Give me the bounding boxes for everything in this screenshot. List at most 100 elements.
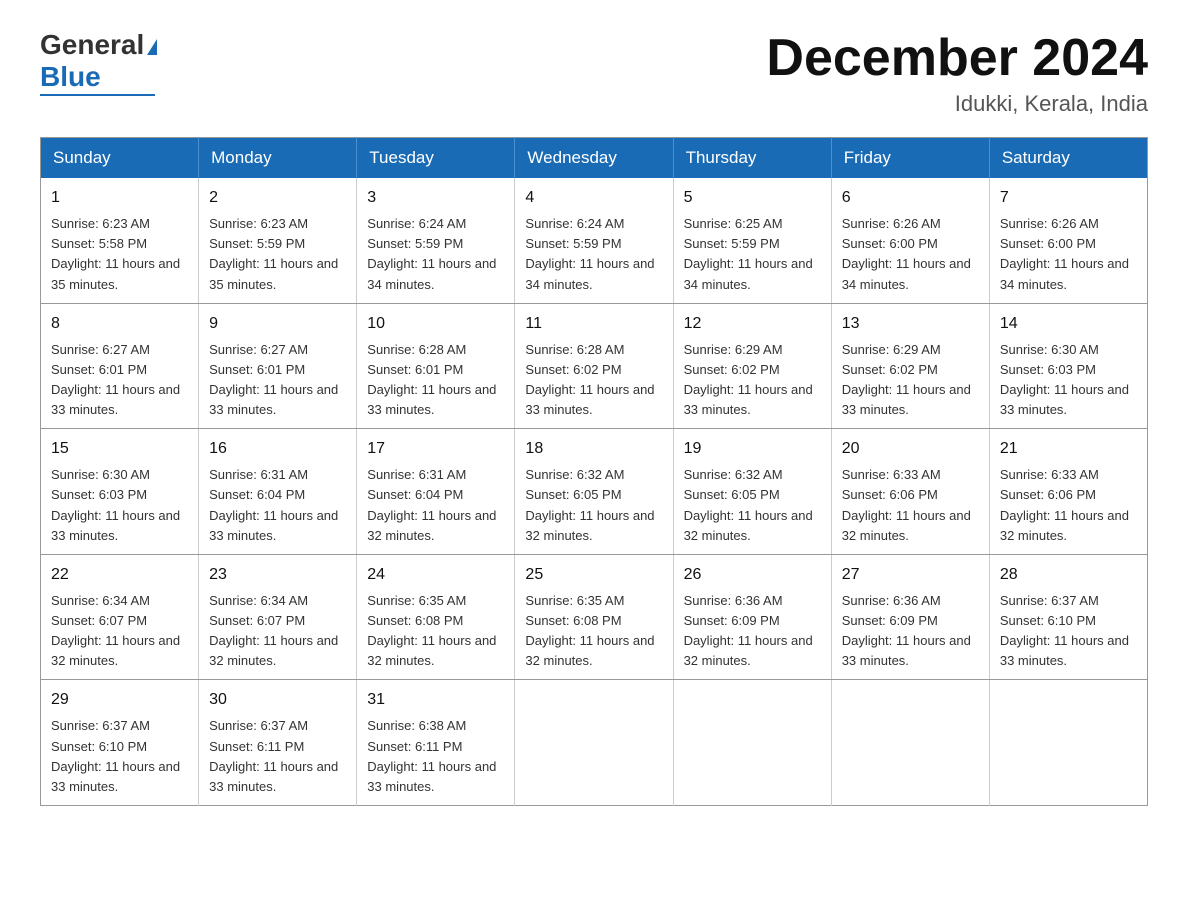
day-info: Sunrise: 6:37 AMSunset: 6:10 PMDaylight:… xyxy=(51,716,188,797)
day-number: 29 xyxy=(51,688,188,712)
weekday-header-saturday: Saturday xyxy=(989,138,1147,179)
day-info: Sunrise: 6:38 AMSunset: 6:11 PMDaylight:… xyxy=(367,716,504,797)
day-number: 30 xyxy=(209,688,346,712)
logo: General Blue xyxy=(40,30,157,96)
week-row-2: 8 Sunrise: 6:27 AMSunset: 6:01 PMDaylight… xyxy=(41,303,1148,429)
calendar-cell: 16Sunrise: 6:31 AMSunset: 6:04 PMDayligh… xyxy=(199,429,357,555)
day-number: 24 xyxy=(367,563,504,587)
day-info: Sunrise: 6:30 AMSunset: 6:03 PMDaylight:… xyxy=(1000,340,1137,421)
calendar-cell: 20 Sunrise: 6:33 AMSunset: 6:06 PMDayligh… xyxy=(831,429,989,555)
day-info: Sunrise: 6:35 AMSunset: 6:08 PMDaylight:… xyxy=(525,591,662,672)
day-number: 6 xyxy=(842,186,979,210)
calendar-cell: 22Sunrise: 6:34 AMSunset: 6:07 PMDayligh… xyxy=(41,554,199,680)
day-number: 28 xyxy=(1000,563,1137,587)
calendar-cell: 3Sunrise: 6:24 AMSunset: 5:59 PMDaylight… xyxy=(357,178,515,303)
day-info: Sunrise: 6:26 AMSunset: 6:00 PMDaylight:… xyxy=(1000,214,1137,295)
day-number: 31 xyxy=(367,688,504,712)
day-number: 9 xyxy=(209,312,346,336)
week-row-1: 1 Sunrise: 6:23 AMSunset: 5:58 PMDaylight… xyxy=(41,178,1148,303)
day-number: 26 xyxy=(684,563,821,587)
calendar-cell: 17 Sunrise: 6:31 AMSunset: 6:04 PMDayligh… xyxy=(357,429,515,555)
day-number: 27 xyxy=(842,563,979,587)
weekday-header-wednesday: Wednesday xyxy=(515,138,673,179)
calendar-cell xyxy=(831,680,989,806)
calendar-cell: 31 Sunrise: 6:38 AMSunset: 6:11 PMDayligh… xyxy=(357,680,515,806)
weekday-header-friday: Friday xyxy=(831,138,989,179)
day-info: Sunrise: 6:23 AMSunset: 5:58 PMDaylight:… xyxy=(51,214,188,295)
calendar-cell: 1 Sunrise: 6:23 AMSunset: 5:58 PMDaylight… xyxy=(41,178,199,303)
day-number: 16 xyxy=(209,437,346,461)
day-info: Sunrise: 6:27 AMSunset: 6:01 PMDaylight:… xyxy=(51,340,188,421)
calendar-cell: 5Sunrise: 6:25 AMSunset: 5:59 PMDaylight… xyxy=(673,178,831,303)
calendar-cell: 12 Sunrise: 6:29 AMSunset: 6:02 PMDayligh… xyxy=(673,303,831,429)
calendar-cell: 26 Sunrise: 6:36 AMSunset: 6:09 PMDayligh… xyxy=(673,554,831,680)
week-row-5: 29 Sunrise: 6:37 AMSunset: 6:10 PMDayligh… xyxy=(41,680,1148,806)
week-row-3: 15 Sunrise: 6:30 AMSunset: 6:03 PMDayligh… xyxy=(41,429,1148,555)
day-info: Sunrise: 6:24 AMSunset: 5:59 PMDaylight:… xyxy=(525,214,662,295)
weekday-header-sunday: Sunday xyxy=(41,138,199,179)
day-number: 22 xyxy=(51,563,188,587)
day-number: 14 xyxy=(1000,312,1137,336)
calendar-cell: 30Sunrise: 6:37 AMSunset: 6:11 PMDayligh… xyxy=(199,680,357,806)
logo-general: General xyxy=(40,29,144,60)
day-info: Sunrise: 6:29 AMSunset: 6:02 PMDaylight:… xyxy=(684,340,821,421)
calendar-cell: 8 Sunrise: 6:27 AMSunset: 6:01 PMDaylight… xyxy=(41,303,199,429)
calendar-cell: 19 Sunrise: 6:32 AMSunset: 6:05 PMDayligh… xyxy=(673,429,831,555)
day-number: 19 xyxy=(684,437,821,461)
weekday-header-monday: Monday xyxy=(199,138,357,179)
day-number: 12 xyxy=(684,312,821,336)
day-info: Sunrise: 6:31 AMSunset: 6:04 PMDaylight:… xyxy=(367,465,504,546)
weekday-header-row: SundayMondayTuesdayWednesdayThursdayFrid… xyxy=(41,138,1148,179)
day-info: Sunrise: 6:36 AMSunset: 6:09 PMDaylight:… xyxy=(684,591,821,672)
day-number: 20 xyxy=(842,437,979,461)
calendar-cell: 25 Sunrise: 6:35 AMSunset: 6:08 PMDayligh… xyxy=(515,554,673,680)
day-number: 25 xyxy=(525,563,662,587)
calendar-cell xyxy=(673,680,831,806)
calendar-cell: 2 Sunrise: 6:23 AMSunset: 5:59 PMDaylight… xyxy=(199,178,357,303)
calendar-cell: 7 Sunrise: 6:26 AMSunset: 6:00 PMDaylight… xyxy=(989,178,1147,303)
day-number: 1 xyxy=(51,186,188,210)
calendar-cell xyxy=(515,680,673,806)
day-number: 3 xyxy=(367,186,504,210)
calendar-cell xyxy=(989,680,1147,806)
logo-blue: Blue xyxy=(40,61,101,92)
calendar-cell: 13Sunrise: 6:29 AMSunset: 6:02 PMDayligh… xyxy=(831,303,989,429)
day-number: 2 xyxy=(209,186,346,210)
calendar-subtitle: Idukki, Kerala, India xyxy=(766,91,1148,117)
day-info: Sunrise: 6:26 AMSunset: 6:00 PMDaylight:… xyxy=(842,214,979,295)
day-number: 21 xyxy=(1000,437,1137,461)
calendar-cell: 15 Sunrise: 6:30 AMSunset: 6:03 PMDayligh… xyxy=(41,429,199,555)
day-info: Sunrise: 6:37 AMSunset: 6:10 PMDaylight:… xyxy=(1000,591,1137,672)
calendar-cell: 10 Sunrise: 6:28 AMSunset: 6:01 PMDayligh… xyxy=(357,303,515,429)
week-row-4: 22 Sunrise: 6:34 AMSunset: 6:07 PMDayligh… xyxy=(41,554,1148,680)
weekday-header-tuesday: Tuesday xyxy=(357,138,515,179)
day-info: Sunrise: 6:34 AMSunset: 6:07 PMDaylight:… xyxy=(209,591,346,672)
page-header: General Blue December 2024 Idukki, Keral… xyxy=(40,30,1148,117)
day-number: 7 xyxy=(1000,186,1137,210)
day-number: 17 xyxy=(367,437,504,461)
calendar-cell: 6 Sunrise: 6:26 AMSunset: 6:00 PMDaylight… xyxy=(831,178,989,303)
day-info: Sunrise: 6:33 AMSunset: 6:06 PMDaylight:… xyxy=(1000,465,1137,546)
day-number: 8 xyxy=(51,312,188,336)
calendar-cell: 4 Sunrise: 6:24 AMSunset: 5:59 PMDaylight… xyxy=(515,178,673,303)
calendar-title: December 2024 xyxy=(766,30,1148,87)
calendar-table: SundayMondayTuesdayWednesdayThursdayFrid… xyxy=(40,137,1148,806)
day-info: Sunrise: 6:23 AMSunset: 5:59 PMDaylight:… xyxy=(209,214,346,295)
calendar-cell: 9Sunrise: 6:27 AMSunset: 6:01 PMDaylight… xyxy=(199,303,357,429)
day-info: Sunrise: 6:32 AMSunset: 6:05 PMDaylight:… xyxy=(684,465,821,546)
day-number: 4 xyxy=(525,186,662,210)
day-info: Sunrise: 6:36 AMSunset: 6:09 PMDaylight:… xyxy=(842,591,979,672)
day-info: Sunrise: 6:28 AMSunset: 6:02 PMDaylight:… xyxy=(525,340,662,421)
day-number: 10 xyxy=(367,312,504,336)
day-number: 15 xyxy=(51,437,188,461)
day-number: 11 xyxy=(525,312,662,336)
day-number: 5 xyxy=(684,186,821,210)
day-info: Sunrise: 6:28 AMSunset: 6:01 PMDaylight:… xyxy=(367,340,504,421)
calendar-cell: 23Sunrise: 6:34 AMSunset: 6:07 PMDayligh… xyxy=(199,554,357,680)
day-info: Sunrise: 6:30 AMSunset: 6:03 PMDaylight:… xyxy=(51,465,188,546)
calendar-cell: 27 Sunrise: 6:36 AMSunset: 6:09 PMDayligh… xyxy=(831,554,989,680)
day-info: Sunrise: 6:33 AMSunset: 6:06 PMDaylight:… xyxy=(842,465,979,546)
day-number: 18 xyxy=(525,437,662,461)
calendar-cell: 21 Sunrise: 6:33 AMSunset: 6:06 PMDayligh… xyxy=(989,429,1147,555)
calendar-cell: 14 Sunrise: 6:30 AMSunset: 6:03 PMDayligh… xyxy=(989,303,1147,429)
